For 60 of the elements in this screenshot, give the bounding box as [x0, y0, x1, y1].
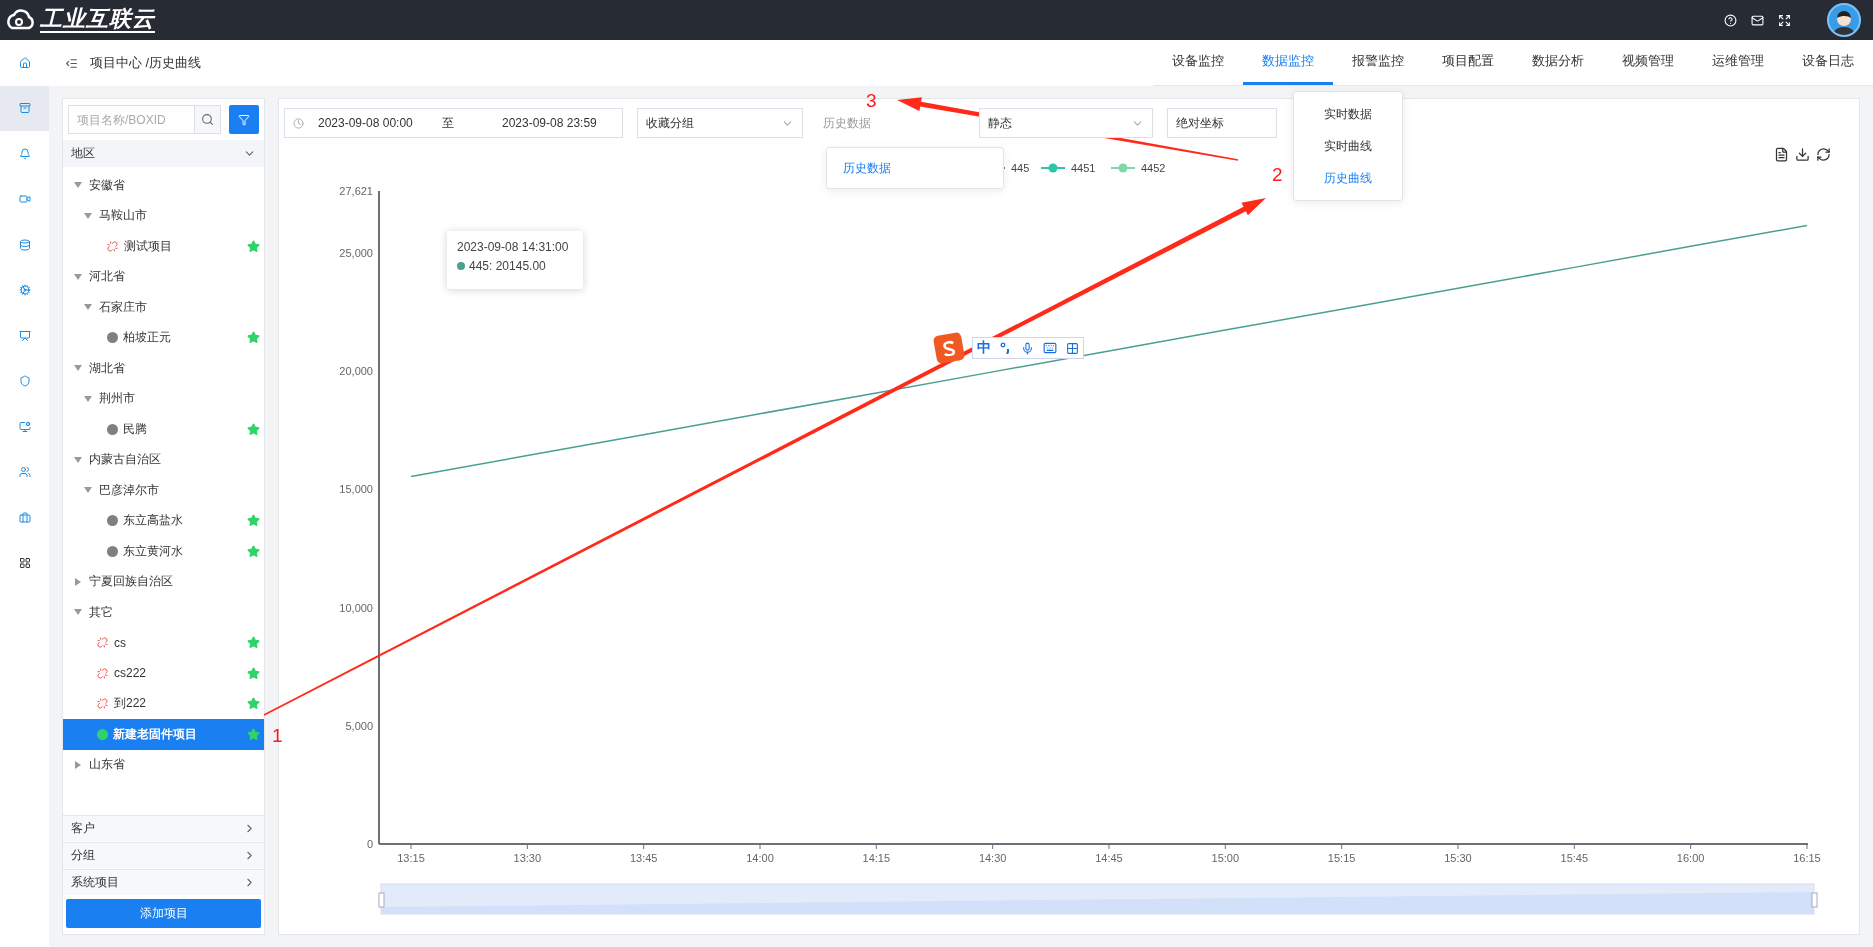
- tree-node-label: 山东省: [89, 756, 125, 774]
- breadcrumb: 项目中心 /历史曲线: [90, 54, 202, 72]
- x-tick-label: 15:45: [1560, 852, 1589, 864]
- tree-node-label: 宁夏回族自治区: [89, 573, 173, 591]
- tooltip-time: 2023-09-08 14:31:00: [457, 240, 570, 254]
- select-value: 静态: [988, 114, 1012, 132]
- tree-item-label: 到222: [114, 695, 148, 713]
- tree-node-label: 荆州市: [99, 390, 135, 408]
- x-tick-label: 13:30: [513, 852, 542, 864]
- start-date: 2023-09-08 00:00: [318, 116, 414, 130]
- select-value: 绝对坐标: [1176, 114, 1224, 132]
- x-tick-label: 14:30: [978, 852, 1007, 864]
- x-tick-label: 15:00: [1211, 852, 1240, 864]
- annotation-number: 3: [866, 90, 877, 112]
- x-tick-label: 15:30: [1444, 852, 1472, 864]
- select-value: 收藏分组: [646, 114, 694, 132]
- x-tick-label: 14:00: [746, 852, 774, 864]
- x-tick-label: 14:15: [862, 852, 891, 864]
- tree-item-label: 柏坡正元: [123, 329, 172, 347]
- tree-item-label: 民腾: [123, 420, 148, 438]
- y-tick-label: 15,000: [339, 483, 373, 496]
- tree-node-label: 河北省: [89, 268, 125, 286]
- end-date: 2023-09-08 23:59: [502, 116, 597, 130]
- tooltip-value: 445: 20145.00: [469, 259, 546, 273]
- legend-label: 4451: [1071, 162, 1096, 174]
- y-tick-label: 0: [366, 838, 373, 850]
- y-tick-label: 25,000: [339, 246, 373, 259]
- tree-node-label: 马鞍山市: [99, 207, 147, 225]
- x-tick-label: 16:15: [1793, 852, 1821, 864]
- group-label: 分组: [71, 847, 95, 864]
- tree-node-label: 石家庄市: [99, 298, 147, 316]
- group-label: 客户: [71, 820, 95, 837]
- range-separator: 至: [442, 114, 455, 132]
- x-tick-label: 14:45: [1095, 852, 1123, 864]
- tree-item-label: cs: [114, 635, 127, 650]
- section-title: 地区: [71, 145, 95, 162]
- y-tick-label: 27,621: [339, 185, 373, 197]
- tree-item-label: 新建老固件项目: [113, 725, 198, 743]
- legend-label: 4452: [1141, 162, 1166, 174]
- tree-item-label: 东立高盐水: [123, 512, 184, 530]
- tree-item-label: cs222: [114, 666, 148, 681]
- x-tick-label: 13:45: [629, 852, 658, 864]
- logo-text: 工业互联云: [40, 7, 155, 33]
- annotation-number: 2: [1272, 164, 1283, 186]
- group-label: 系统项目: [71, 874, 119, 891]
- tree-node-label: 湖北省: [89, 359, 125, 377]
- tree-node-label: 内蒙古自治区: [89, 451, 161, 469]
- tree-node-label: 巴彦淖尔市: [99, 481, 159, 499]
- x-tick-label: 16:00: [1676, 852, 1705, 864]
- x-tick-label: 15:15: [1327, 852, 1356, 864]
- annotation-number: 1: [272, 725, 283, 747]
- y-tick-label: 10,000: [339, 601, 373, 614]
- tree-node-label: 其它: [89, 603, 113, 621]
- y-tick-label: 5,000: [345, 719, 373, 732]
- tree-item-label: 测试项目: [124, 237, 173, 255]
- tree-node-label: 安徽省: [89, 176, 125, 194]
- tree-item-label: 东立黄河水: [123, 542, 184, 560]
- y-tick-label: 20,000: [339, 365, 373, 378]
- legend-label: 445: [1011, 162, 1030, 174]
- x-tick-label: 13:15: [397, 852, 425, 864]
